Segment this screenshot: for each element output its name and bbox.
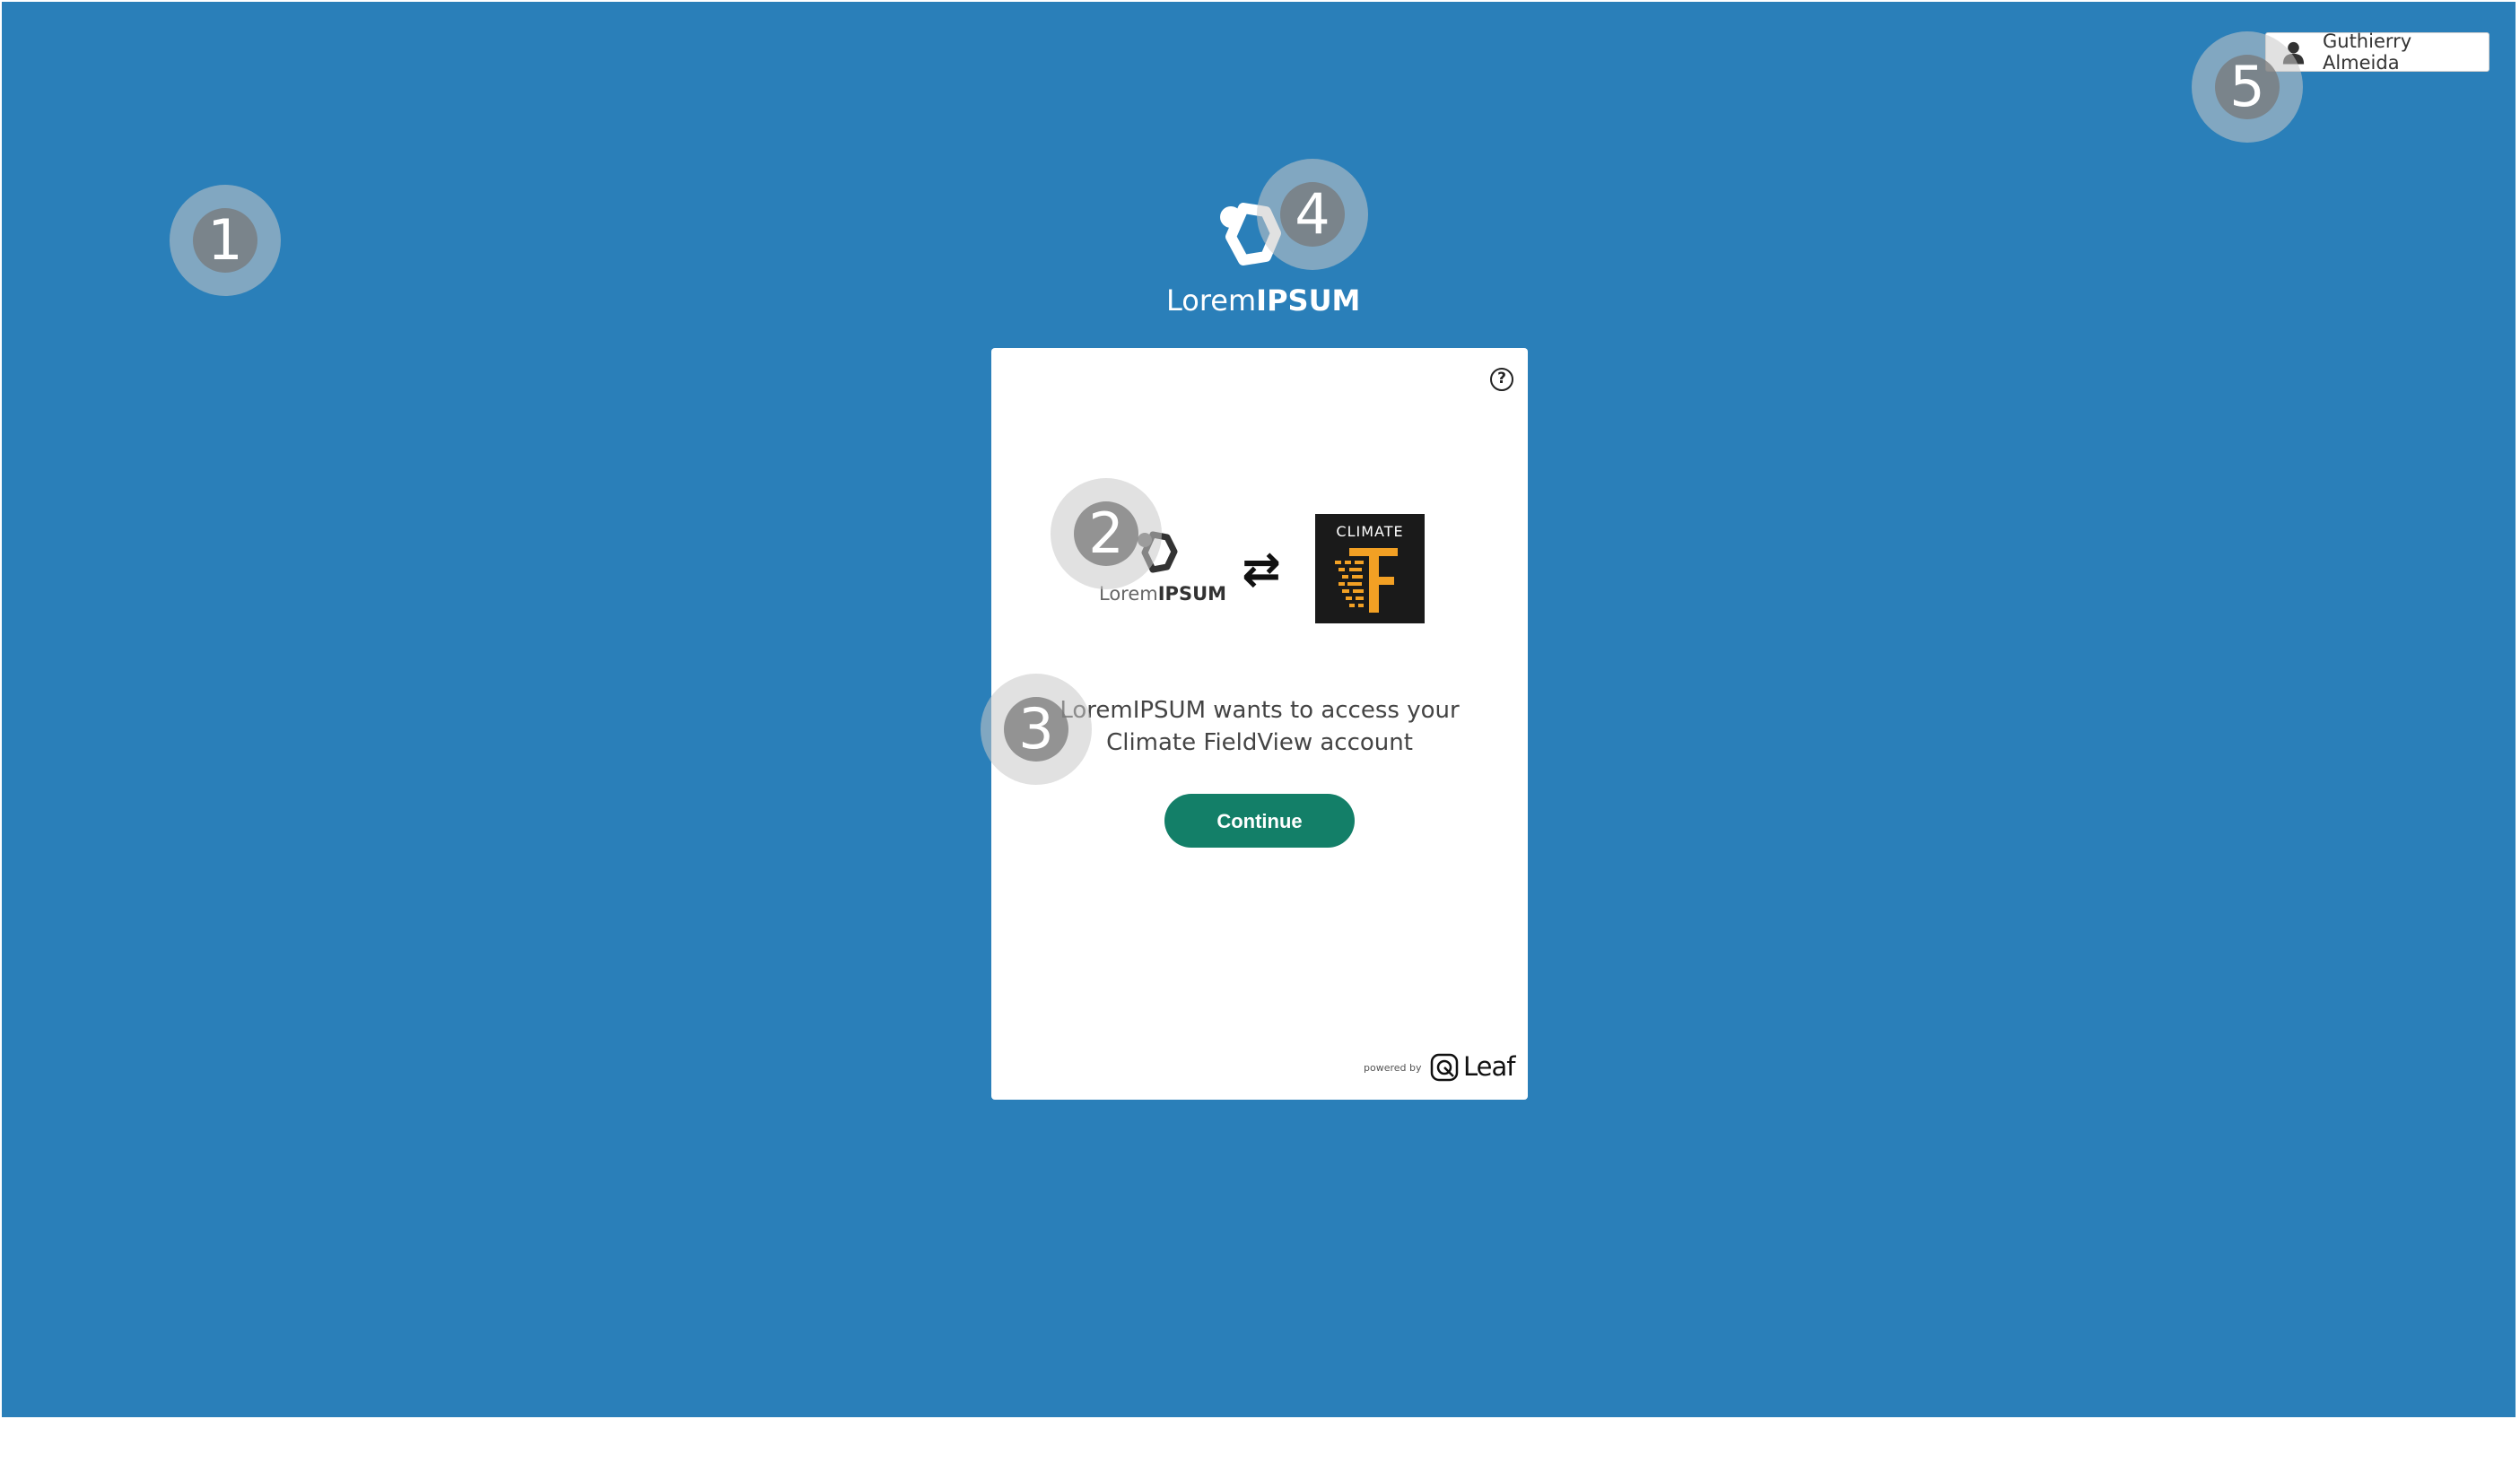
marker-5: 5 — [2192, 31, 2303, 143]
bottom-strip — [0, 1417, 2520, 1480]
marker-1: 1 — [170, 185, 281, 296]
brand-wordmark: LoremIPSUM — [1166, 283, 1361, 318]
marker-3: 3 — [981, 674, 1092, 785]
leaf-logo-icon — [1430, 1053, 1459, 1082]
marker-4: 4 — [1257, 159, 1368, 270]
user-name: Guthierry Almeida — [2322, 30, 2412, 74]
leaf-wordmark: Leaf — [1463, 1051, 1515, 1082]
marker-2: 2 — [1051, 478, 1162, 589]
access-message-line1: LoremIPSUM wants to access your — [1059, 697, 1460, 724]
access-message: LoremIPSUM wants to access your Climate … — [1027, 694, 1492, 759]
access-message-line2: Climate FieldView account — [1106, 729, 1413, 756]
climate-fieldview-logo: CLIMATE — [1315, 514, 1425, 623]
help-icon[interactable]: ? — [1490, 368, 1513, 391]
powered-by-label: powered by — [1364, 1062, 1422, 1074]
swap-arrows-icon: ⇄ — [1242, 543, 1281, 596]
continue-button[interactable]: Continue — [1164, 794, 1355, 848]
climate-f-icon — [1335, 548, 1398, 613]
